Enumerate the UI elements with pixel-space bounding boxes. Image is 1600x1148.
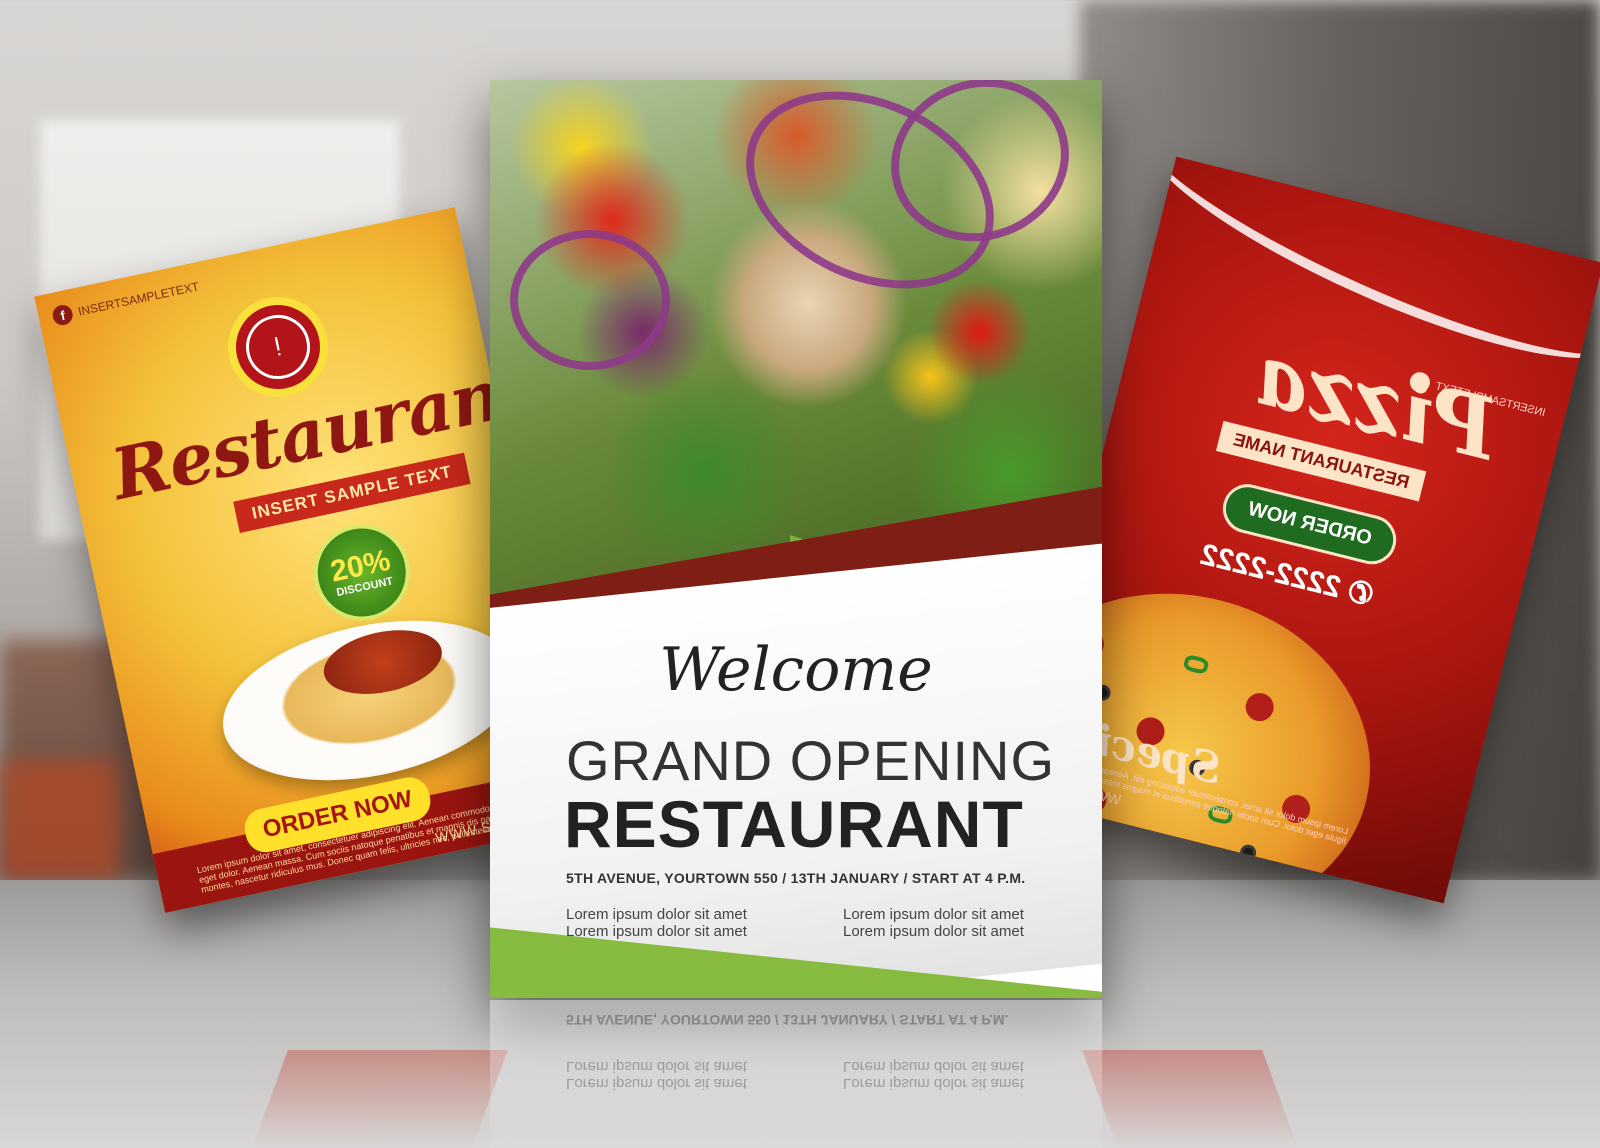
lorem-line: Lorem ipsum dolor sit amet bbox=[566, 923, 747, 940]
social-handle-text: INSERTSAMPLETEXT bbox=[76, 279, 201, 319]
headline: GRAND OPENING bbox=[566, 729, 1056, 792]
reflection-lorem-left: Lorem ipsum dolor sit amet Lorem ipsum d… bbox=[566, 1058, 747, 1092]
spaghetti-plate bbox=[208, 595, 533, 806]
green-pepper bbox=[1182, 653, 1210, 676]
lorem-right: Lorem ipsum dolor sit amet Lorem ipsum d… bbox=[843, 906, 1024, 940]
lorem-line: Lorem ipsum dolor sit amet bbox=[843, 1058, 1024, 1075]
pepperoni bbox=[1242, 690, 1277, 725]
discount-badge: 20% DISCOUNT bbox=[304, 515, 419, 630]
reflection-lorem-right: Lorem ipsum dolor sit amet Lorem ipsum d… bbox=[843, 1058, 1024, 1092]
lorem-line: Lorem ipsum dolor sit amet bbox=[843, 923, 1024, 940]
background-chair bbox=[0, 760, 120, 880]
center-flyer-reflection: Lorem ipsum dolor sit amet Lorem ipsum d… bbox=[490, 1000, 1102, 1148]
reflection-content: Lorem ipsum dolor sit amet Lorem ipsum d… bbox=[490, 1000, 1102, 1148]
onion-ring bbox=[510, 230, 670, 370]
lorem-line: Lorem ipsum dolor sit amet bbox=[843, 906, 1024, 923]
lorem-line: Lorem ipsum dolor sit amet bbox=[566, 906, 747, 923]
welcome-text: Welcome bbox=[659, 635, 933, 705]
lorem-line: Lorem ipsum dolor sit amet bbox=[843, 1075, 1024, 1092]
left-flyer-reflection bbox=[252, 1050, 508, 1148]
fork-icon: ᵎ bbox=[240, 309, 316, 385]
lorem-line: Lorem ipsum dolor sit amet bbox=[566, 1075, 747, 1092]
event-details: 5TH AVENUE, YOURTOWN 550 / 13TH JANUARY … bbox=[566, 870, 1026, 886]
subheadline: RESTAURANT bbox=[564, 787, 1024, 861]
lorem-line: Lorem ipsum dolor sit amet bbox=[566, 1058, 747, 1075]
right-flyer-reflection bbox=[1082, 1050, 1298, 1148]
reflection-details: 5TH AVENUE, YOURTOWN 550 / 13TH JANUARY … bbox=[566, 1012, 1009, 1028]
flyer-center-grand-opening: Welcome GRAND OPENING RESTAURANT 5TH AVE… bbox=[490, 80, 1102, 998]
facebook-icon: f bbox=[50, 303, 75, 327]
lorem-left: Lorem ipsum dolor sit amet Lorem ipsum d… bbox=[566, 906, 747, 940]
